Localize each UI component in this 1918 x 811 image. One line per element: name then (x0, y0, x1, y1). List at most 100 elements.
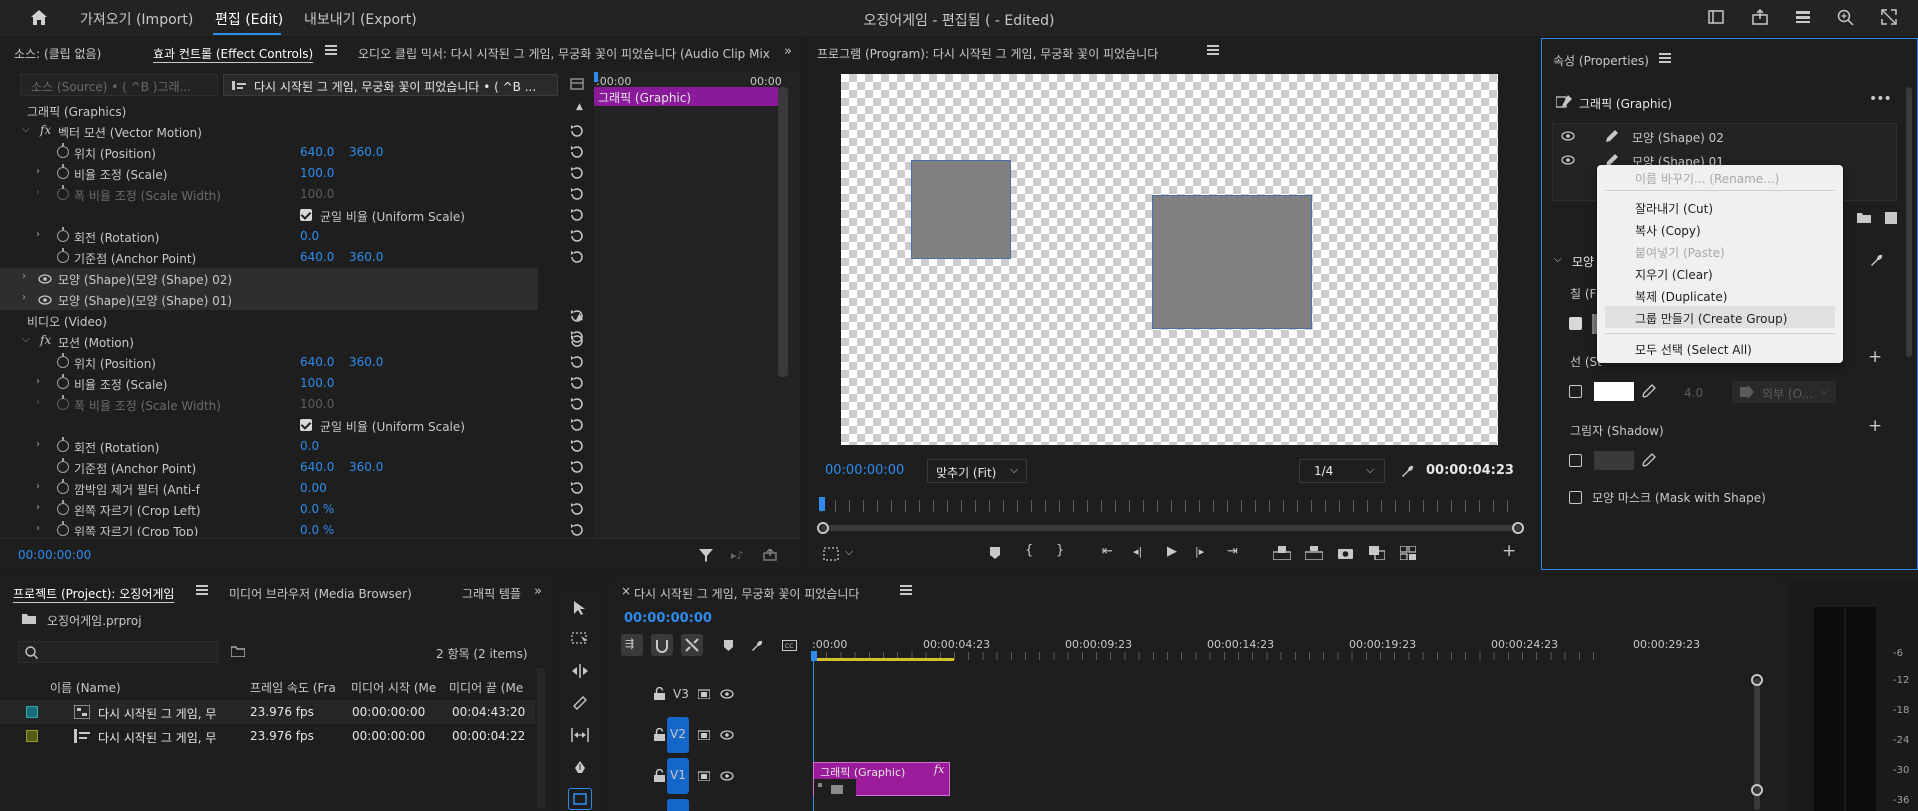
compare-icon[interactable] (1369, 546, 1385, 560)
reset-icon[interactable] (569, 166, 585, 180)
eye-icon[interactable] (38, 274, 52, 284)
ec-footer-timecode[interactable]: 00:00:00:00 (18, 548, 91, 562)
ec-playhead[interactable] (594, 72, 598, 82)
folder-icon[interactable] (1857, 212, 1871, 223)
fit-dropdown[interactable]: 맞추기 (Fit) ⌵ (927, 459, 1027, 483)
ctx-clear[interactable]: 지우기 (Clear) (1635, 266, 1713, 283)
program-zoom-scrollbar[interactable] (821, 525, 1521, 531)
lock-icon[interactable] (654, 687, 665, 700)
project-search-input[interactable] (18, 641, 218, 663)
stopwatch-icon[interactable] (57, 437, 69, 452)
program-menu-icon[interactable] (1207, 45, 1219, 55)
mark-in-icon[interactable]: { (1025, 543, 1033, 558)
work-area-bar[interactable] (813, 658, 954, 661)
uniform-scale-checkbox[interactable] (300, 209, 312, 221)
rectangle-tool-button[interactable] (568, 788, 592, 810)
eye-icon[interactable] (1561, 155, 1575, 165)
zoom-search-icon[interactable] (1837, 9, 1854, 26)
program-playhead[interactable] (819, 497, 825, 511)
stopwatch-icon[interactable] (57, 248, 69, 263)
add-marker-icon[interactable] (990, 547, 1000, 559)
program-scroll-handle-left[interactable] (817, 522, 829, 534)
tab-project[interactable]: 프로젝트 (Project): 오징어게임 (13, 585, 174, 602)
tab-graphics-templates[interactable]: 그래픽 템플 (462, 585, 521, 602)
timeline-timecode[interactable]: 00:00:00:00 (624, 611, 712, 626)
stopwatch-icon[interactable] (57, 164, 69, 179)
project-menu-icon[interactable] (196, 585, 208, 595)
camera-icon[interactable] (1338, 547, 1353, 559)
program-scroll-handle-right[interactable] (1512, 522, 1524, 534)
step-back-icon[interactable]: ◂| (1133, 545, 1142, 558)
slip-tool-icon[interactable] (571, 728, 589, 742)
fx-icon[interactable]: fx (40, 333, 51, 347)
eyedropper-icon[interactable] (1642, 384, 1656, 398)
vector-motion-row[interactable]: ⌵ fx 벡터 모션 (Vector Motion) (0, 121, 590, 142)
stopwatch-icon[interactable] (57, 521, 69, 536)
reset-icon[interactable] (569, 124, 585, 138)
extract-icon[interactable] (1305, 546, 1323, 560)
wrench-icon[interactable] (1870, 253, 1884, 267)
clip-dropdown[interactable]: 다시 시작된 그 게임, 무궁화 꽃이 피었습니다 • ( ^B ... (223, 74, 558, 96)
m-scale-value[interactable]: 100.0 (300, 376, 334, 390)
collapse-up-icon[interactable]: ▲ (576, 102, 583, 112)
sync-lock-icon[interactable] (698, 688, 710, 699)
fx-badge[interactable]: fx (934, 763, 944, 776)
wrench-icon[interactable] (1401, 464, 1415, 478)
ec-vertical-scrollbar[interactable] (778, 87, 788, 377)
export-frame-icon[interactable] (763, 549, 777, 561)
timeline-menu-icon[interactable] (900, 585, 912, 595)
sync-lock-icon[interactable] (698, 729, 710, 740)
effect-controls-menu-icon[interactable] (325, 45, 337, 55)
shadow-checkbox[interactable] (1569, 454, 1582, 467)
source-patch-v2[interactable]: V2 (667, 717, 689, 753)
col-framerate[interactable]: 프레임 속도 (Fra (250, 679, 336, 696)
chevron-down-icon[interactable]: ⌵ (1554, 254, 1562, 265)
close-icon[interactable]: × (621, 584, 631, 598)
add-button-icon[interactable]: + (1502, 541, 1516, 561)
step-forward-icon[interactable]: |▸ (1195, 545, 1204, 558)
nest-toggle-button[interactable]: ⇶ (621, 634, 643, 656)
stroke-width-value[interactable]: 4.0 (1684, 386, 1703, 400)
timeline-scroll-handle-bottom[interactable] (1751, 784, 1763, 796)
lock-icon[interactable] (654, 769, 665, 782)
add-stroke-icon[interactable]: + (1868, 347, 1882, 367)
wrench-icon[interactable] (751, 639, 764, 652)
source-dropdown[interactable]: 소스 (Source) • ( ^B )그래... (20, 74, 218, 96)
col-media-end[interactable]: 미디어 끝 (Me (449, 679, 523, 696)
pen-tool-icon[interactable] (573, 760, 587, 776)
tab-source[interactable]: 소스: (클립 없음) (14, 45, 101, 62)
shape02-row[interactable]: › 모양 (Shape)(모양 (Shape) 02) (0, 268, 538, 289)
m-anti-flicker-value[interactable]: 0.00 (300, 481, 327, 495)
tab-media-browser[interactable]: 미디어 브라우저 (Media Browser) (229, 585, 412, 602)
reset-icon[interactable] (569, 355, 585, 369)
ctx-duplicate[interactable]: 복제 (Duplicate) (1635, 288, 1727, 305)
stopwatch-icon[interactable] (57, 479, 69, 494)
vm-anchor-x[interactable]: 640.0 (300, 250, 334, 264)
eyedropper-icon[interactable] (1642, 453, 1656, 467)
reset-icon[interactable] (569, 187, 585, 201)
m-crop-top-value[interactable]: 0.0 % (300, 523, 334, 536)
properties-scrollbar[interactable] (1906, 87, 1912, 357)
multicam-icon[interactable] (1400, 546, 1416, 560)
audio-playback-icon[interactable]: ▸♪ (731, 549, 744, 562)
chevron-down-icon[interactable]: ⌵ (845, 545, 853, 559)
share-icon[interactable] (1752, 9, 1768, 25)
uniform-scale-checkbox[interactable] (300, 419, 312, 431)
layer-shape02[interactable]: 모양 (Shape) 02 (1553, 124, 1898, 148)
workspace-icon[interactable] (1795, 10, 1811, 24)
vm-position-x[interactable]: 640.0 (300, 145, 334, 159)
reset-icon[interactable] (569, 502, 585, 516)
shape-01-rect[interactable] (911, 160, 1011, 259)
stopwatch-icon[interactable] (57, 353, 69, 368)
m-anchor-x[interactable]: 640.0 (300, 460, 334, 474)
timeline-scroll-handle-top[interactable] (1751, 674, 1763, 686)
color-label-swatch[interactable] (26, 706, 38, 718)
reset-icon[interactable] (569, 397, 585, 411)
track-label-v3[interactable]: V3 (673, 687, 689, 701)
eye-icon[interactable] (720, 730, 734, 740)
mask-checkbox[interactable] (1569, 491, 1582, 504)
stopwatch-icon[interactable] (57, 143, 69, 158)
ctx-cut[interactable]: 잘라내기 (Cut) (1635, 200, 1713, 217)
eye-icon[interactable] (720, 771, 734, 781)
safe-margins-icon[interactable] (823, 547, 839, 561)
